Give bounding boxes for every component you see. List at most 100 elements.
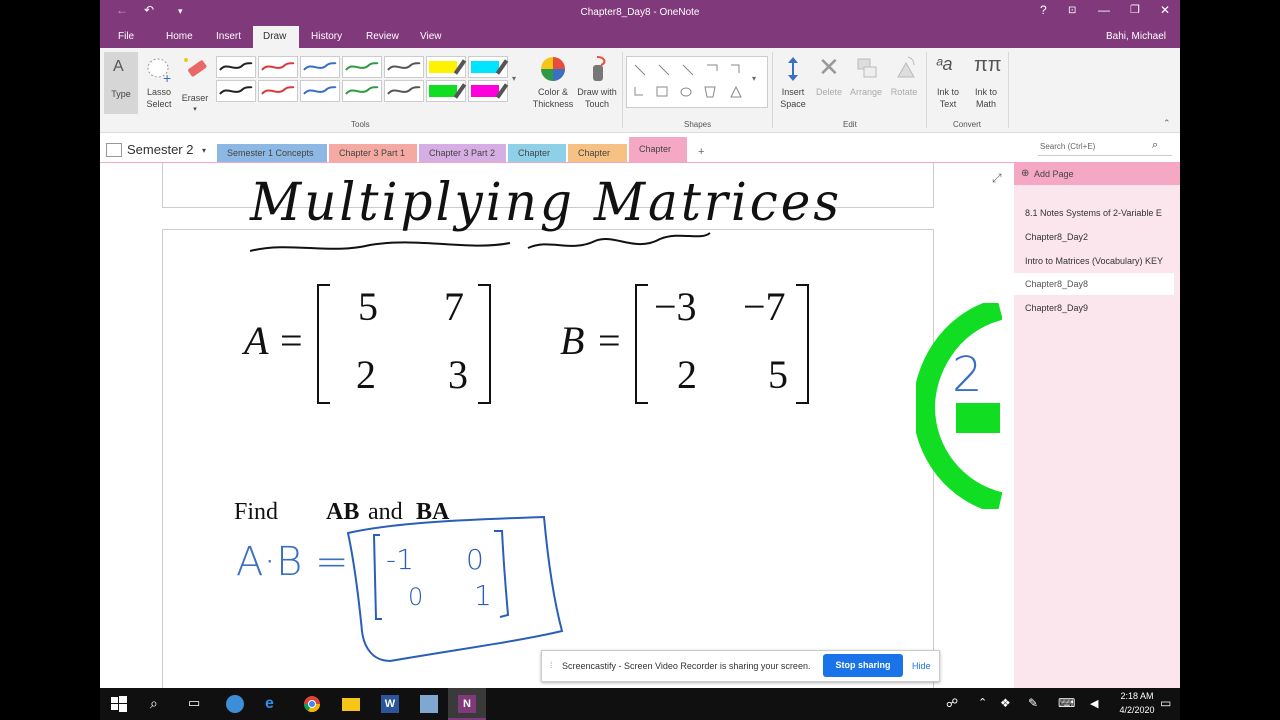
eraser-button[interactable]: Eraser ▾	[178, 52, 212, 114]
pen-swatch[interactable]	[258, 80, 298, 102]
page-item-active[interactable]: Chapter8_Day8	[1014, 273, 1174, 295]
pen-gallery-more-icon[interactable]: ▾	[512, 74, 516, 83]
ribbon-divider	[772, 52, 773, 128]
volume-icon[interactable]: ◀	[1090, 697, 1098, 710]
collapse-ribbon-icon[interactable]: ⌃	[1163, 118, 1171, 129]
matrix-a-cell: 3	[448, 352, 468, 397]
hide-button[interactable]: Hide	[912, 661, 931, 671]
onenote-icon: N	[458, 695, 476, 713]
insert-space-button[interactable]: Insert Space	[776, 52, 810, 114]
pen-swatch[interactable]	[468, 56, 509, 78]
notebook-name[interactable]: Semester 2	[127, 142, 193, 157]
pen-swatch[interactable]	[300, 80, 340, 102]
word-icon[interactable]: W	[381, 695, 399, 713]
pen-swatch[interactable]	[426, 80, 467, 102]
type-button[interactable]: A Type	[104, 52, 138, 114]
notebook-dropdown-icon[interactable]: ▾	[202, 146, 206, 155]
add-section-button[interactable]: +	[698, 146, 704, 158]
notifications-icon[interactable]: ▭	[1160, 696, 1171, 710]
page-item[interactable]: Intro to Matrices (Vocabulary) KEY	[1014, 250, 1174, 272]
tab-review[interactable]: Review	[366, 31, 399, 42]
delete-button[interactable]: ✕ Delete	[812, 52, 846, 114]
pen-swatch[interactable]	[342, 56, 382, 78]
drag-handle-icon[interactable]: ⁞	[550, 660, 553, 670]
user-name[interactable]: Bahi, Michael	[1106, 31, 1166, 42]
page-item[interactable]: Chapter8_Day2	[1014, 226, 1174, 248]
tab-view[interactable]: View	[420, 31, 442, 42]
minimize-button[interactable]: —	[1098, 3, 1110, 17]
pen-swatch[interactable]	[384, 80, 424, 102]
eraser-dropdown-icon[interactable]: ▾	[178, 104, 212, 116]
pen-icon[interactable]: ✎	[1028, 696, 1038, 710]
page-item[interactable]: 8.1 Notes Systems of 2-Variable E	[1014, 202, 1174, 224]
page-item[interactable]: Chapter8_Day9	[1014, 297, 1174, 319]
pen-swatch[interactable]	[216, 56, 256, 78]
search-icon[interactable]: ⌕	[150, 695, 168, 713]
fullscreen-icon[interactable]: ⊡	[1068, 5, 1076, 16]
page-canvas[interactable]: Multiplying Matrices A = 5 7 2 3 B = −3 …	[100, 163, 1014, 688]
shapes-more-icon[interactable]: ▾	[752, 74, 756, 83]
insert-space-icon	[788, 57, 798, 81]
keyboard-icon[interactable]: ⌨	[1058, 696, 1075, 710]
app-icon-2[interactable]	[420, 695, 438, 713]
tab-insert[interactable]: Insert	[216, 31, 241, 42]
task-view-icon[interactable]: ▭	[188, 695, 206, 713]
section-tab[interactable]: Chapter 3 Part 1	[329, 144, 417, 163]
start-icon[interactable]	[110, 695, 128, 713]
rotate-button[interactable]: Rotate	[886, 52, 922, 114]
expand-page-icon[interactable]: ⤢	[992, 171, 1002, 186]
file-explorer-icon[interactable]	[342, 698, 360, 711]
section-tab[interactable]: Chapter 4	[508, 144, 566, 177]
ink-box[interactable]	[340, 511, 570, 671]
ink-ab-equation[interactable]: A·B =	[236, 539, 349, 585]
dropbox-icon[interactable]: ❖	[1000, 696, 1011, 710]
matrix-b-cell: 5	[768, 352, 788, 397]
type-icon: A	[113, 58, 124, 75]
pen-swatch[interactable]	[216, 80, 256, 102]
chrome-icon[interactable]	[303, 695, 321, 713]
help-icon[interactable]: ?	[1040, 3, 1047, 17]
draw-with-touch-button[interactable]: Draw with Touch	[574, 52, 620, 114]
equals-sign: =	[280, 318, 303, 363]
search-box[interactable]: Search (Ctrl+E) ⌕	[1038, 138, 1172, 156]
search-input[interactable]: Search (Ctrl+E)	[1040, 142, 1095, 151]
tools-group-label: Tools	[351, 120, 370, 129]
shapes-gallery[interactable]	[626, 56, 768, 108]
pen-swatch[interactable]	[468, 80, 509, 102]
add-page-button[interactable]: ⊕ Add Page	[1014, 163, 1180, 185]
clock-date[interactable]: 4/2/2020	[1112, 705, 1162, 715]
pen-swatch[interactable]	[384, 56, 424, 78]
pen-swatch[interactable]	[300, 56, 340, 78]
clock-time[interactable]: 2:18 AM	[1112, 691, 1162, 701]
close-button[interactable]: ✕	[1160, 3, 1170, 17]
section-tab[interactable]: Chapter 3 Part 2	[419, 144, 506, 163]
title-underlines	[250, 232, 711, 252]
color-thickness-button[interactable]: Color & Thickness	[530, 52, 576, 114]
tab-history[interactable]: History	[311, 31, 342, 42]
section-tab[interactable]: Chapter 9	[568, 144, 627, 177]
tray-expand-icon[interactable]: ⌃	[978, 696, 987, 709]
search-icon[interactable]: ⌕	[1152, 139, 1158, 152]
people-icon[interactable]: ☍	[946, 696, 958, 710]
windows-taskbar: ⌕ ▭ e W N ☍ ⌃ ❖ ✎ ⌨ ◀ 2:18 AM 4/2/2020 ▭	[100, 688, 1180, 720]
tab-home[interactable]: Home	[166, 31, 193, 42]
app-icon-1[interactable]	[226, 695, 244, 713]
tab-draw[interactable]: Draw	[253, 26, 299, 48]
green-marker-ink[interactable]	[916, 303, 1002, 509]
edge-icon[interactable]: e	[265, 695, 283, 713]
section-tab[interactable]: Semester 1 Concepts	[217, 144, 327, 163]
pen-swatch[interactable]	[426, 56, 467, 78]
onenote-taskbar-button[interactable]: N	[448, 688, 486, 720]
draw-touch-label-2: Touch	[584, 99, 610, 109]
pen-swatch[interactable]	[258, 56, 298, 78]
section-tab[interactable]: Chapter 8	[629, 137, 687, 178]
arrange-button[interactable]: Arrange	[848, 52, 884, 114]
restore-button[interactable]: ❐	[1130, 3, 1140, 16]
tab-file[interactable]: File	[118, 31, 134, 42]
ink-to-math-button[interactable]: ππ Ink to Math	[968, 52, 1004, 114]
ink-to-text-label-2: Text	[939, 99, 957, 109]
ink-to-text-button[interactable]: ᵃa Ink to Text	[930, 52, 966, 114]
pen-swatch[interactable]	[342, 80, 382, 102]
lasso-select-button[interactable]: + Lasso Select	[142, 52, 176, 114]
stop-sharing-button[interactable]: Stop sharing	[823, 654, 903, 677]
